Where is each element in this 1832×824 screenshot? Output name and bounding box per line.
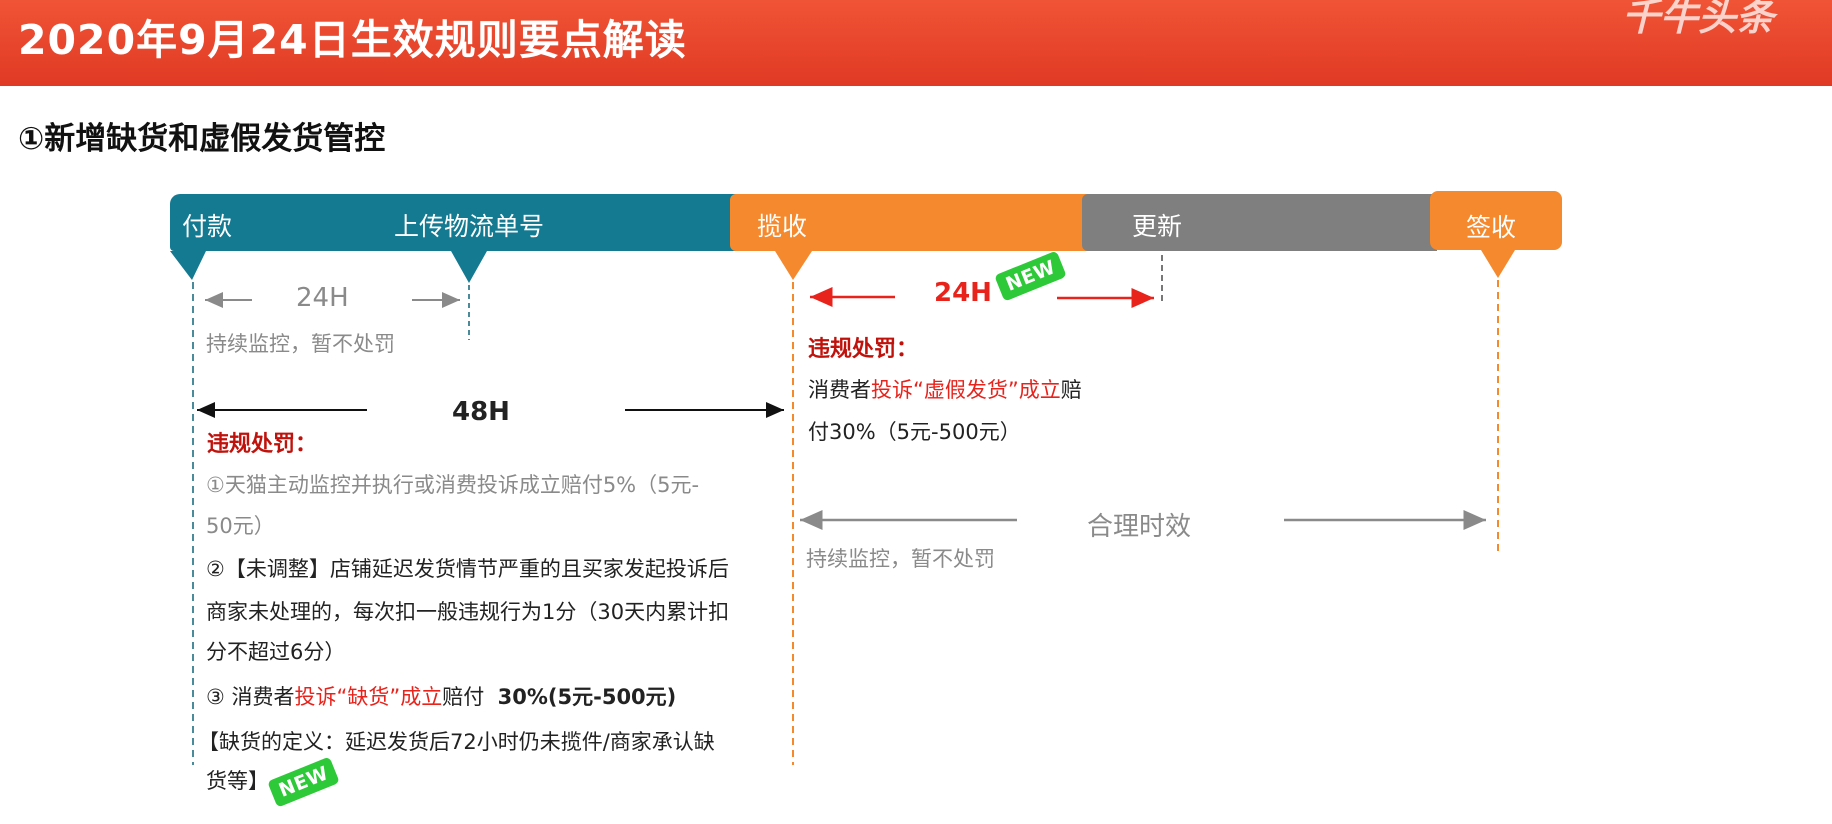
- reasonable-time-label: 合理时效: [1087, 512, 1192, 542]
- left-penalty-heading: 违规处罚：: [207, 432, 318, 457]
- false-shipping-line1: 消费者投诉“虚假发货”成立赔: [808, 374, 1082, 404]
- false-shipping-red: 投诉“虚假发货”成立: [871, 378, 1061, 402]
- false-shipping-suffix: 赔: [1060, 378, 1082, 402]
- left-monitor-note: 持续监控，暂不处罚: [206, 332, 395, 356]
- interval-24h-red-label: 24H: [934, 278, 992, 308]
- interval-48h-label: 48H: [452, 397, 510, 427]
- rule1-line1: ①天猫主动监控并执行或消费投诉成立赔付5%（5元-: [206, 473, 700, 497]
- rule2-line1: ②【未调整】店铺延迟发货情节严重的且买家发起投诉后: [206, 557, 729, 581]
- rule3-mid: 赔付: [442, 685, 485, 709]
- false-shipping-prefix: 消费者: [808, 378, 871, 402]
- false-shipping-line2: 付30%（5元-500元）: [808, 420, 1021, 444]
- shortage-definition-line1: 【缺货的定义：延迟发货后72小时仍未揽件/商家承认缺: [198, 730, 715, 754]
- marker-upload: [451, 251, 487, 283]
- rule1-line2: 50元）: [206, 514, 275, 538]
- marker-pickup: [775, 251, 812, 280]
- interval-24h-label: 24H: [296, 283, 349, 313]
- shortage-definition-line2: 货等】: [206, 769, 269, 793]
- marker-payment: [170, 251, 206, 280]
- right-monitor-note: 持续监控，暂不处罚: [806, 547, 995, 571]
- rule3-line: ③ 消费者投诉“缺货”成立赔付 30%(5元-500元): [206, 681, 676, 711]
- rule2-line2: 商家未处理的，每次扣一般违规行为1分（30天内累计扣: [206, 600, 730, 624]
- rule2-line3: 分不超过6分）: [206, 640, 346, 664]
- marker-sign: [1481, 250, 1515, 278]
- rule3-bold: 30%(5元-500元): [497, 685, 677, 709]
- rule3-prefix: ③ 消费者: [206, 685, 295, 709]
- rule3-red: 投诉“缺货”成立: [294, 685, 443, 709]
- right-penalty-heading: 违规处罚：: [808, 337, 919, 362]
